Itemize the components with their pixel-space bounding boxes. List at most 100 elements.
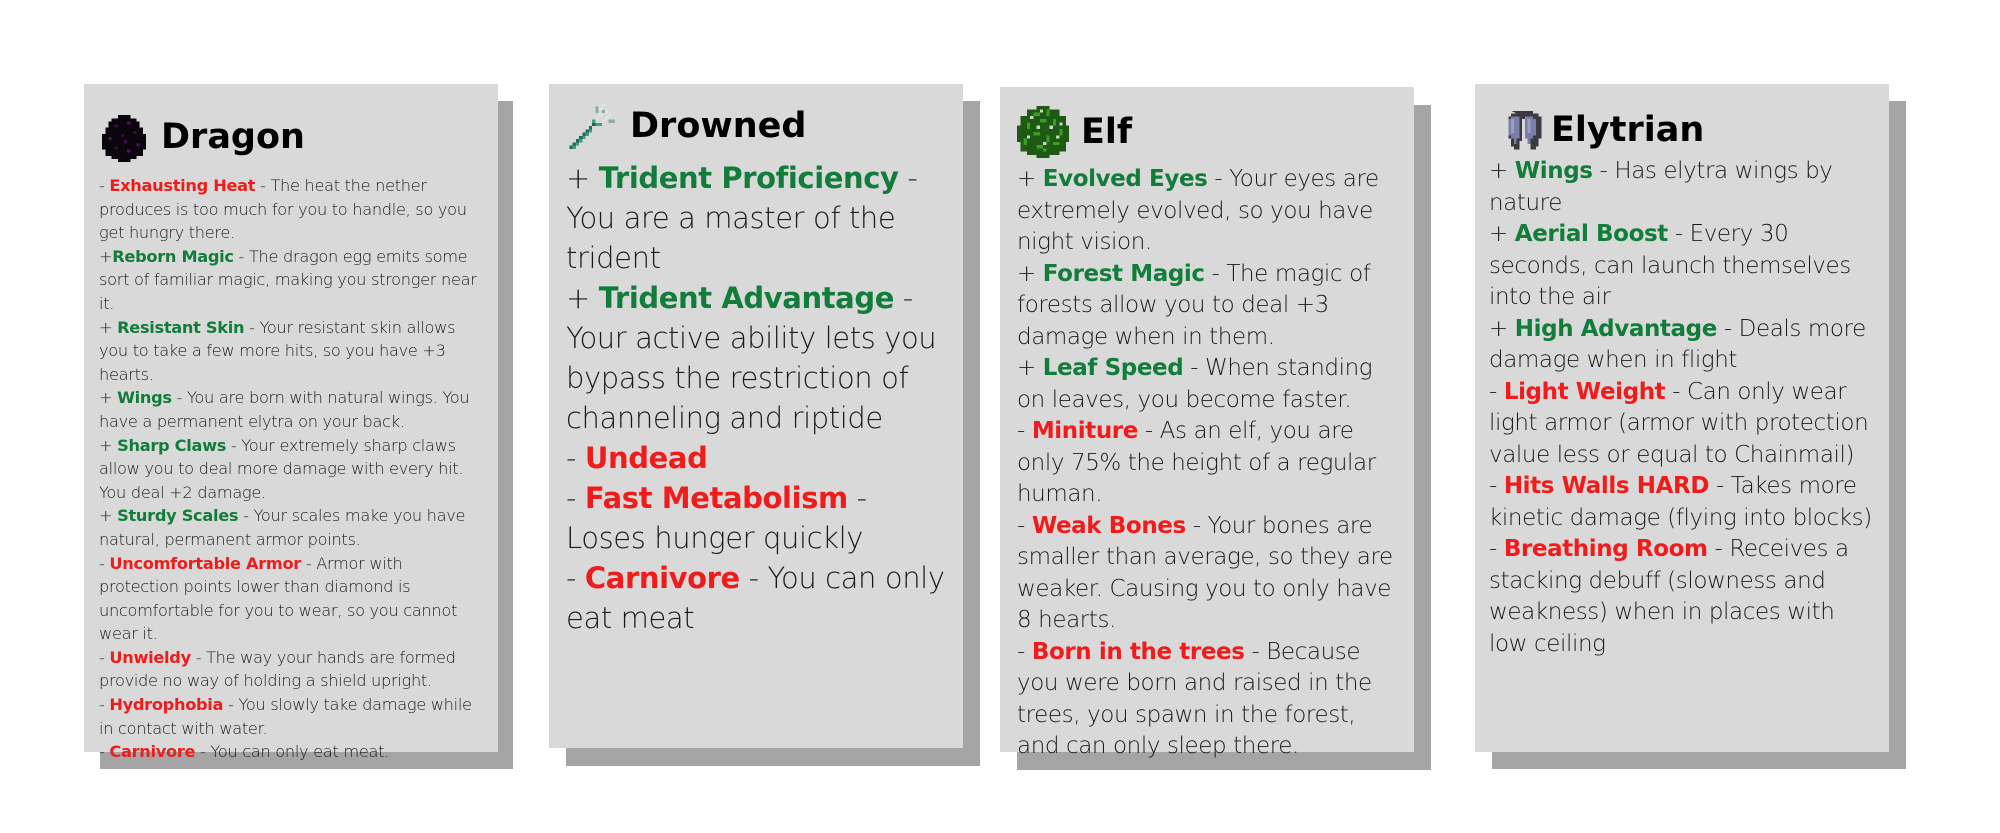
origin-card-drowned: Drowned + Trident Proficiency - You are … (549, 84, 963, 748)
trait-name-positive: Trident Advantage (598, 281, 895, 315)
trait-description: - You can only eat meat. (195, 742, 389, 762)
trait-sign: + (99, 388, 118, 408)
trait-name-positive: Wings (1514, 158, 1593, 184)
trait-name-positive: Aerial Boost (1514, 221, 1668, 247)
trait-sign: + (566, 161, 599, 195)
trait-sign: - (1489, 536, 1504, 562)
trait-item: - Hydrophobia - You slowly take damage w… (99, 693, 486, 740)
trait-list: + Evolved Eyes - Your eyes are extremely… (1017, 164, 1402, 763)
trait-item: + Wings - You are born with natural wing… (99, 386, 486, 433)
card-header: Dragon (99, 112, 486, 162)
trait-sign: - (99, 742, 110, 762)
trait-sign: + (1017, 166, 1043, 192)
trait-sign: - (1017, 638, 1032, 665)
trait-sign: + (99, 506, 118, 526)
origin-card-elf: Elf + Evolved Eyes - Your eyes are extre… (1000, 87, 1414, 759)
trait-name-positive: Wings (117, 388, 172, 408)
trait-item: - Miniture - As an elf, you are only 75%… (1017, 416, 1402, 511)
trait-item: + Evolved Eyes - Your eyes are extremely… (1017, 164, 1402, 259)
trait-name-negative: Carnivore (109, 742, 196, 762)
trait-name-negative: Weak Bones (1031, 512, 1186, 539)
trait-item: - Carnivore - You can only eat meat (566, 558, 951, 638)
trait-sign: - (99, 647, 110, 667)
trait-name-positive: Reborn Magic (112, 246, 234, 266)
trait-sign: + (1017, 355, 1043, 381)
trait-sign: - (566, 561, 585, 595)
trait-item: + High Advantage - Deals more damage whe… (1489, 314, 1877, 377)
trait-name-negative: Miniture (1031, 418, 1139, 444)
card-title: Drowned (630, 106, 807, 146)
trait-sign: - (1017, 512, 1032, 539)
trait-item: + Sturdy Scales - Your scales make you h… (99, 504, 486, 551)
trait-sign: + (1017, 260, 1043, 287)
trait-sign: - (566, 441, 585, 475)
trait-sign: + (99, 246, 113, 266)
leaves-block-icon (1017, 106, 1069, 158)
elytra-icon (1499, 108, 1545, 152)
trait-sign: - (99, 176, 110, 195)
trait-item: +Reborn Magic - The dragon egg emits som… (99, 245, 486, 316)
trait-item: - Weak Bones - Your bones are smaller th… (1017, 511, 1402, 637)
trait-item: + Aerial Boost - Every 30 seconds, can l… (1489, 219, 1877, 314)
trait-sign: - (1489, 473, 1504, 499)
trait-sign: - (99, 553, 110, 573)
trait-item: + Resistant Skin - Your resistant skin a… (99, 316, 486, 387)
card-header: Elytrian (1489, 108, 1877, 152)
trait-name-positive: Resistant Skin (117, 317, 245, 337)
trait-item: + Trident Advantage - Your active abilit… (566, 278, 951, 438)
trait-sign: - (99, 695, 110, 715)
trait-item: - Uncomfortable Armor - Armor with prote… (99, 552, 486, 646)
card-header: Drowned (566, 100, 951, 152)
trait-sign: - (566, 481, 585, 515)
trait-name-positive: Sturdy Scales (117, 506, 239, 526)
trait-name-positive: Leaf Speed (1042, 355, 1184, 381)
trident-icon (566, 100, 618, 152)
trait-item: - Carnivore - You can only eat meat. (99, 740, 486, 764)
trait-list: + Trident Proficiency - You are a master… (566, 158, 951, 638)
trait-name-positive: Forest Magic (1042, 260, 1205, 287)
trait-name-negative: Born in the trees (1031, 638, 1245, 665)
trait-item: + Forest Magic - The magic of forests al… (1017, 259, 1402, 354)
trait-item: + Sharp Claws - Your extremely sharp cla… (99, 434, 486, 505)
trait-name-positive: High Advantage (1514, 315, 1718, 342)
trait-item: - Hits Walls HARD - Takes more kinetic d… (1489, 471, 1877, 534)
trait-name-negative: Unwieldy (109, 647, 191, 667)
trait-sign: + (1489, 221, 1515, 247)
origin-card-dragon: Dragon - Exhausting Heat - The heat the … (84, 84, 498, 761)
trait-item: + Wings - Has elytra wings by nature (1489, 156, 1877, 219)
trait-name-positive: Evolved Eyes (1042, 166, 1208, 192)
trait-item: - Exhausting Heat - The heat the nether … (99, 174, 486, 245)
trait-sign: + (1489, 158, 1515, 184)
trait-item: - Undead (566, 438, 951, 478)
trait-sign: + (566, 281, 599, 315)
dragon-egg-icon (99, 112, 149, 162)
card-title: Dragon (161, 117, 305, 157)
trait-name-negative: Hydrophobia (109, 695, 224, 715)
trait-name-positive: Trident Proficiency (598, 161, 899, 195)
trait-item: + Trident Proficiency - You are a master… (566, 158, 951, 278)
trait-name-positive: Sharp Claws (117, 435, 227, 455)
trait-name-negative: Exhausting Heat (109, 176, 256, 195)
trait-name-negative: Undead (584, 441, 708, 475)
trait-sign: + (99, 317, 118, 337)
trait-item: - Fast Metabolism - Loses hunger quickly (566, 478, 951, 558)
trait-item: - Born in the trees - Because you were b… (1017, 637, 1402, 763)
trait-item: - Light Weight - Can only wear light arm… (1489, 377, 1877, 472)
trait-name-negative: Light Weight (1503, 378, 1666, 405)
trait-sign: + (99, 435, 118, 455)
trait-sign: - (1017, 418, 1032, 444)
trait-item: - Breathing Room - Receives a stacking d… (1489, 534, 1877, 660)
trait-list: + Wings - Has elytra wings by nature + Ae… (1489, 156, 1877, 660)
trait-item: - Unwieldy - The way your hands are form… (99, 646, 486, 693)
card-title: Elf (1081, 112, 1133, 152)
trait-name-negative: Carnivore (584, 561, 740, 595)
card-title: Elytrian (1551, 110, 1705, 150)
card-header: Elf (1017, 106, 1402, 158)
trait-item: + Leaf Speed - When standing on leaves, … (1017, 353, 1402, 416)
trait-name-negative: Fast Metabolism (584, 481, 848, 515)
trait-name-negative: Hits Walls HARD (1503, 473, 1710, 499)
trait-name-negative: Breathing Room (1503, 536, 1708, 562)
trait-name-negative: Uncomfortable Armor (109, 553, 301, 573)
trait-list: - Exhausting Heat - The heat the nether … (99, 174, 486, 764)
trait-sign: - (1489, 378, 1504, 405)
